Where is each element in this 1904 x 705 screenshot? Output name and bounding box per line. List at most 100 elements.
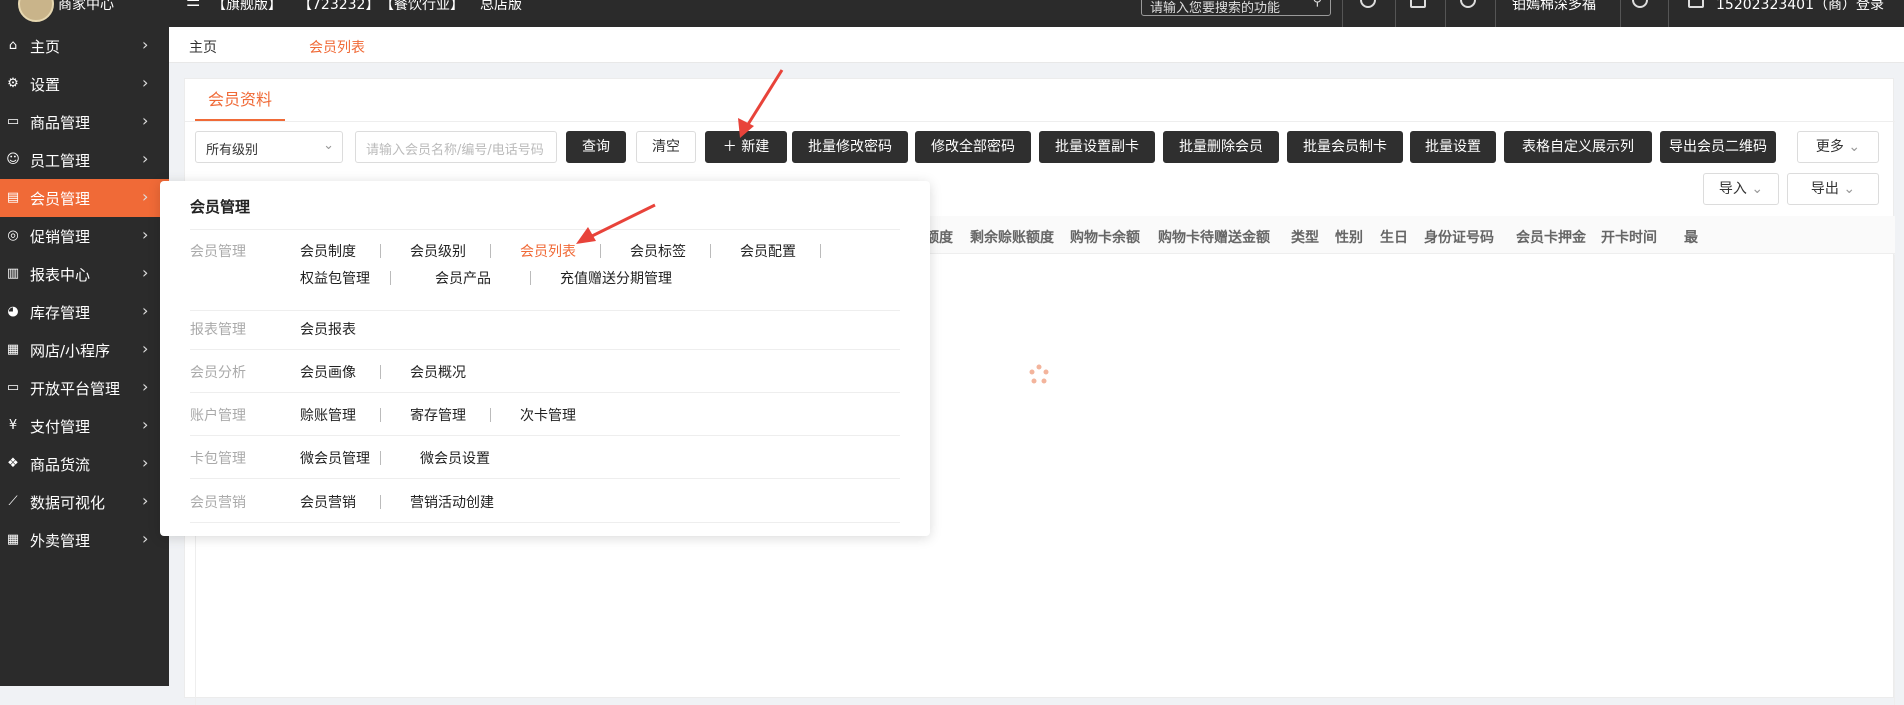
menu-link[interactable]: 会员画像: [300, 362, 356, 382]
modify-all-password-button[interactable]: 修改全部密码: [915, 131, 1031, 163]
menu-category-label: 会员管理: [190, 244, 246, 260]
batch-make-card-button[interactable]: 批量会员制卡: [1287, 131, 1403, 163]
new-button-label: 新建: [741, 139, 770, 155]
menu-toggle-icon[interactable]: ☰: [186, 0, 200, 10]
menu-separator: [380, 451, 381, 465]
sidebar-item-1[interactable]: ⚙ 设置 ›: [0, 65, 169, 103]
loading-spinner-icon: [1029, 364, 1049, 384]
menu-link[interactable]: 会员级别: [410, 241, 466, 261]
menu-link[interactable]: 会员配置: [740, 241, 796, 261]
sidebar-item-5[interactable]: ◎ 促销管理 ›: [0, 217, 169, 255]
chevron-right-icon: ›: [142, 35, 149, 54]
chevron-right-icon: ›: [142, 225, 149, 244]
bell-icon[interactable]: [1460, 0, 1476, 8]
sidebar-item-6[interactable]: ▥ 报表中心 ›: [0, 255, 169, 293]
level-select[interactable]: 所有级别 ⌄: [195, 131, 343, 163]
breadcrumb-current[interactable]: 会员列表: [309, 37, 365, 57]
menu-link[interactable]: 会员制度: [300, 241, 356, 261]
new-member-button[interactable]: ＋ 新建: [705, 131, 787, 163]
menu-link[interactable]: 会员概况: [410, 362, 466, 382]
user-account[interactable]: 15202323401（商）登录: [1716, 0, 1884, 14]
store-switch[interactable]: 铂嫣棉深多福: [1512, 0, 1596, 14]
table-column-header[interactable]: 类型: [1291, 227, 1319, 247]
menu-link[interactable]: 会员列表: [520, 241, 576, 261]
sidebar-item-8[interactable]: ▦ 网店/小程序 ›: [0, 331, 169, 369]
home-icon: ⌂: [8, 38, 18, 53]
menu-group-row: [190, 307, 900, 350]
batch-sub-card-button[interactable]: 批量设置副卡: [1039, 131, 1155, 163]
flow-icon: ❖: [7, 456, 19, 471]
sidebar-item-4[interactable]: ▤ 会员管理 ›: [0, 179, 169, 217]
table-column-header[interactable]: 购物卡待赠送金额: [1158, 227, 1270, 247]
chevron-right-icon: ›: [142, 529, 149, 548]
menu-link[interactable]: 微会员管理: [300, 448, 370, 468]
sidebar-item-7[interactable]: ◕ 库存管理 ›: [0, 293, 169, 331]
batch-delete-button[interactable]: 批量删除会员: [1163, 131, 1279, 163]
settings-gear-icon[interactable]: [1632, 0, 1648, 8]
chevron-right-icon: ›: [142, 415, 149, 434]
table-column-header[interactable]: 最: [1684, 227, 1698, 247]
export-qr-button[interactable]: 导出会员二维码: [1660, 131, 1776, 163]
platform-icon: ▭: [6, 380, 20, 395]
table-column-header[interactable]: 会员卡押金: [1516, 227, 1586, 247]
chevron-right-icon: ›: [142, 339, 149, 358]
chevron-right-icon: ›: [142, 187, 149, 206]
shop-label: 总店版: [480, 0, 522, 13]
sidebar-item-label: 主页: [30, 38, 61, 56]
menu-link[interactable]: 会员标签: [630, 241, 686, 261]
menu-link[interactable]: 次卡管理: [520, 405, 576, 425]
menu-link[interactable]: 充值赠送分期管理: [560, 268, 672, 288]
batch-password-button[interactable]: 批量修改密码: [792, 131, 908, 163]
sidebar-item-13[interactable]: ▦ 外卖管理 ›: [0, 521, 169, 559]
menu-group-row: [190, 480, 900, 523]
batch-settings-button[interactable]: 批量设置: [1410, 131, 1496, 163]
export-dropdown[interactable]: 导出 ⌄: [1787, 173, 1879, 205]
menu-link[interactable]: 微会员设置: [420, 448, 490, 468]
table-column-header[interactable]: 身份证号码: [1424, 227, 1494, 247]
store-logo: [18, 0, 54, 22]
menu-link[interactable]: 会员报表: [300, 319, 356, 339]
more-dropdown[interactable]: 更多 ⌄: [1797, 131, 1879, 163]
menu-link[interactable]: 权益包管理: [300, 268, 370, 288]
query-button[interactable]: 查询: [566, 131, 626, 163]
custom-columns-button[interactable]: 表格自定义展示列: [1504, 131, 1652, 163]
sidebar-item-0[interactable]: ⌂ 主页 ›: [0, 27, 169, 65]
table-column-header[interactable]: 生日: [1380, 227, 1408, 247]
store-name: 商家中心: [58, 0, 114, 13]
sidebar-item-2[interactable]: ▭ 商品管理 ›: [0, 103, 169, 141]
table-column-header[interactable]: 剩余赊账额度: [970, 227, 1054, 247]
edit-icon[interactable]: [1410, 0, 1426, 8]
table-column-header[interactable]: 购物卡余额: [1070, 227, 1140, 247]
sidebar-item-9[interactable]: ▭ 开放平台管理 ›: [0, 369, 169, 407]
sidebar-item-label: 商品管理: [30, 114, 91, 132]
clear-button[interactable]: 清空: [636, 131, 696, 163]
industry-label: 【餐饮行业】: [380, 0, 464, 13]
menu-link[interactable]: 会员营销: [300, 492, 356, 512]
menu-link[interactable]: 会员产品: [435, 268, 491, 288]
menu-category-label: 会员营销: [190, 495, 246, 511]
help-icon[interactable]: [1360, 0, 1376, 8]
table-column-header[interactable]: 开卡时间: [1601, 227, 1657, 247]
menu-link[interactable]: 赊账管理: [300, 405, 356, 425]
delivery-icon: ▦: [6, 532, 20, 547]
breadcrumb: 主页 会员列表: [169, 27, 1904, 63]
sidebar-item-label: 会员管理: [30, 190, 91, 208]
sidebar-item-10[interactable]: ¥ 支付管理 ›: [0, 407, 169, 445]
menu-separator: [380, 495, 381, 509]
breadcrumb-home[interactable]: 主页: [189, 37, 217, 57]
member-search-input[interactable]: 请输入会员名称/编号/电话号码: [355, 131, 557, 163]
import-dropdown[interactable]: 导入 ⌄: [1703, 173, 1779, 205]
sidebar-item-label: 外卖管理: [30, 532, 91, 550]
sidebar-item-11[interactable]: ❖ 商品货流 ›: [0, 445, 169, 483]
export-label: 导出: [1810, 181, 1839, 197]
function-search-input[interactable]: 请输入您要搜索的功能 ⚲: [1141, 0, 1331, 16]
shop-icon: ▦: [6, 342, 20, 357]
tab-member-info[interactable]: 会员资料: [195, 79, 285, 121]
table-column-header[interactable]: 性别: [1335, 227, 1363, 247]
menu-link[interactable]: 营销活动创建: [410, 492, 494, 512]
sidebar-item-3[interactable]: ☺ 员工管理 ›: [0, 141, 169, 179]
menu-link[interactable]: 寄存管理: [410, 405, 466, 425]
sidebar-item-12[interactable]: ⟋ 数据可视化 ›: [0, 483, 169, 521]
chevron-down-icon: ⌄: [1843, 181, 1856, 197]
inventory-icon: ◕: [7, 304, 19, 319]
